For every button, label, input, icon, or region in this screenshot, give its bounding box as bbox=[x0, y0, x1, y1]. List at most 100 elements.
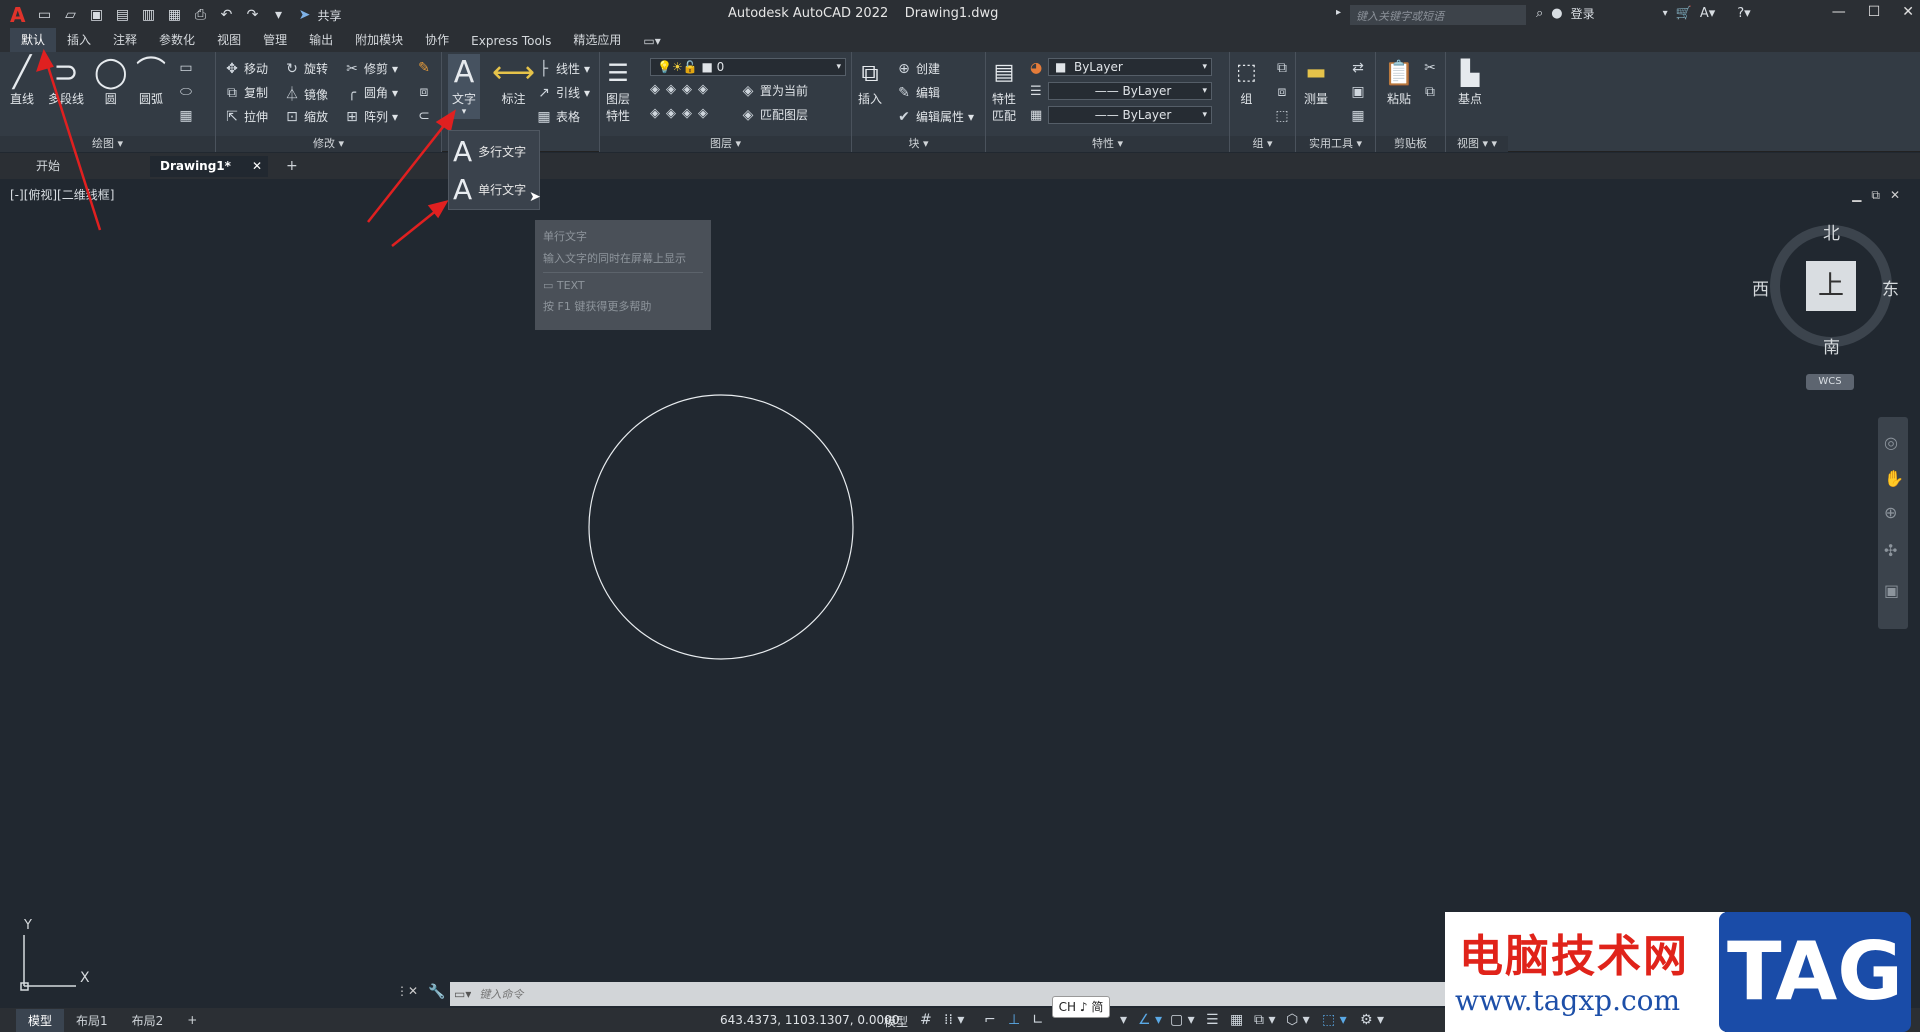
explode-icon[interactable]: ⊂ bbox=[416, 108, 432, 124]
rectangle-icon[interactable]: ▭ bbox=[178, 60, 194, 76]
tab-output[interactable]: 输出 bbox=[298, 28, 344, 52]
tab-featured-apps[interactable]: 精选应用 bbox=[562, 28, 632, 52]
compass-north[interactable]: 北 bbox=[1823, 219, 1840, 244]
mirror-button[interactable]: ⏃ 镜像 bbox=[284, 84, 328, 104]
annotation-visibility-icon[interactable]: ⬚ ▾ bbox=[1322, 1012, 1347, 1028]
search-input[interactable]: 键入关键字或短语 bbox=[1350, 5, 1526, 25]
customize-icon[interactable]: ▾ bbox=[268, 6, 288, 24]
erase-icon[interactable]: ✎ bbox=[416, 60, 432, 76]
cmd-prompt-icon[interactable]: ▭▾ bbox=[450, 987, 471, 1001]
ribbon-toggle-icon[interactable]: ▭▾ bbox=[632, 31, 671, 52]
share-icon[interactable]: ➤ bbox=[294, 6, 314, 24]
tab-default[interactable]: 默认 bbox=[10, 28, 57, 52]
match-properties-button[interactable]: ▤ 特性 匹配 bbox=[992, 56, 1016, 124]
trim-button[interactable]: ✂ 修剪 ▾ bbox=[344, 60, 398, 77]
command-input[interactable] bbox=[471, 982, 1526, 1006]
autocad-logo-icon[interactable]: A bbox=[10, 3, 25, 27]
tab-manage[interactable]: 管理 bbox=[252, 28, 298, 52]
vp-close-icon[interactable]: ✕ bbox=[1890, 188, 1900, 203]
linetype-combo[interactable]: —— ByLayer ▾ bbox=[1048, 82, 1212, 100]
web-open-icon[interactable]: ▥ bbox=[138, 6, 158, 24]
color-combo[interactable]: ■ ByLayer ▾ bbox=[1048, 58, 1212, 76]
hatch-icon[interactable]: ▦ bbox=[178, 108, 194, 124]
match-layer-button[interactable]: ◈ 匹配图层 bbox=[740, 106, 808, 123]
user-icon[interactable]: ● bbox=[1551, 6, 1562, 21]
compass-south[interactable]: 南 bbox=[1823, 333, 1840, 358]
paste-button[interactable]: 📋 粘贴 bbox=[1384, 56, 1414, 107]
share-label[interactable]: 共享 bbox=[317, 7, 341, 24]
new-tab-icon[interactable]: + bbox=[276, 156, 308, 177]
block-panel-title[interactable]: 块 ▾ bbox=[852, 136, 985, 152]
polar-icon[interactable]: ▾ bbox=[1120, 1012, 1127, 1028]
tab-collaborate[interactable]: 协作 bbox=[414, 28, 460, 52]
table-button[interactable]: ▦ 表格 bbox=[536, 108, 580, 125]
layer-properties-button[interactable]: ☰ 图层 特性 bbox=[606, 56, 630, 124]
arc-button[interactable]: ⌒ 圆弧 bbox=[136, 56, 166, 107]
coordinates-readout[interactable]: 643.4373, 1103.1307, 0.0000 bbox=[720, 1013, 899, 1027]
save-as-icon[interactable]: ▤ bbox=[112, 6, 132, 24]
layer-combo[interactable]: 💡☀🔓 ■ 0 ▾ bbox=[650, 58, 846, 76]
3d-osnap-icon[interactable]: ⬡ ▾ bbox=[1286, 1012, 1310, 1028]
polyline-button[interactable]: ⊃ 多段线 bbox=[48, 56, 84, 107]
clip-copy-icon[interactable]: ⧉ bbox=[1422, 84, 1438, 100]
offset-icon[interactable]: ⧈ bbox=[416, 84, 432, 100]
open-file-icon[interactable]: ▱ bbox=[60, 6, 80, 24]
cmd-grip-icon[interactable]: ⋮✕ bbox=[396, 984, 418, 998]
pan-icon[interactable]: ✋ bbox=[1884, 469, 1904, 488]
edit-attributes-button[interactable]: ✔ 编辑属性 ▾ bbox=[896, 108, 974, 125]
array-button[interactable]: ⊞ 阵列 ▾ bbox=[344, 108, 398, 125]
ellipse-icon[interactable]: ⬭ bbox=[178, 84, 194, 100]
layer-tool-icons-row1[interactable]: ◈◈◈◈ bbox=[650, 82, 714, 97]
properties-panel-title[interactable]: 特性 ▾ bbox=[986, 136, 1229, 152]
dynamic-input-icon[interactable]: ⊥ bbox=[1008, 1012, 1020, 1028]
autodesk-app-icon[interactable]: A▾ bbox=[1700, 6, 1715, 21]
close-tab-icon[interactable]: ✕ bbox=[252, 156, 262, 177]
lineweight-combo[interactable]: —— ByLayer ▾ bbox=[1048, 106, 1212, 124]
utility-tool-1-icon[interactable]: ⇄ bbox=[1350, 60, 1366, 76]
web-save-icon[interactable]: ▦ bbox=[164, 6, 184, 24]
cut-icon[interactable]: ✂ bbox=[1422, 60, 1438, 76]
insert-block-button[interactable]: ⧉ 插入 bbox=[858, 56, 882, 107]
tab-express-tools[interactable]: Express Tools bbox=[460, 31, 562, 52]
tab-start[interactable]: 开始 bbox=[26, 156, 70, 177]
edit-block-button[interactable]: ✎ 编辑 bbox=[896, 84, 940, 101]
text-button[interactable]: A 文字 ▾ bbox=[448, 54, 481, 119]
lineweight-toggle-icon[interactable]: ☰ bbox=[1206, 1012, 1219, 1028]
save-icon[interactable]: ▣ bbox=[86, 6, 106, 24]
layout-tab-model[interactable]: 模型 bbox=[16, 1008, 65, 1032]
print-icon[interactable]: ⎙ bbox=[190, 6, 210, 24]
selection-cycling-icon[interactable]: ⧉ ▾ bbox=[1254, 1012, 1275, 1028]
clipboard-panel-title[interactable]: 剪贴板 bbox=[1376, 136, 1445, 152]
create-block-button[interactable]: ⊕ 创建 bbox=[896, 60, 940, 77]
osnap-icon[interactable]: ∠ ▾ bbox=[1138, 1012, 1162, 1028]
group-tool-1-icon[interactable]: ⧉ bbox=[1274, 60, 1290, 76]
modify-panel-title[interactable]: 修改 ▾ bbox=[216, 136, 441, 152]
tab-drawing1[interactable]: Drawing1* ✕ bbox=[150, 156, 268, 177]
login-label[interactable]: 登录 bbox=[1571, 5, 1595, 22]
draw-panel-title[interactable]: 绘图 ▾ bbox=[0, 136, 215, 152]
move-button[interactable]: ✥ 移动 bbox=[224, 60, 268, 77]
wcs-menu[interactable]: WCS bbox=[1806, 374, 1854, 390]
snap-icon[interactable]: ⁞⁞ ▾ bbox=[944, 1012, 964, 1028]
layers-panel-title[interactable]: 图层 ▾ bbox=[600, 136, 851, 152]
group-tool-2-icon[interactable]: ⧈ bbox=[1274, 84, 1290, 100]
line-button[interactable]: ╱ 直线 bbox=[10, 56, 34, 107]
fillet-button[interactable]: ╭ 圆角 ▾ bbox=[344, 84, 398, 101]
orbit-icon[interactable]: ✣ bbox=[1884, 541, 1897, 560]
redo-icon[interactable]: ↷ bbox=[242, 6, 262, 24]
maximize-icon[interactable]: ☐ bbox=[1868, 4, 1881, 20]
layout-tab-1[interactable]: 布局1 bbox=[64, 1009, 120, 1032]
tab-addins[interactable]: 附加模块 bbox=[344, 28, 414, 52]
layer-tool-icons-row2[interactable]: ◈◈◈◈ bbox=[650, 106, 714, 121]
groups-panel-title[interactable]: 组 ▾ bbox=[1230, 136, 1295, 152]
workspace-icon[interactable]: ⚙ ▾ bbox=[1360, 1012, 1384, 1028]
add-layout-icon[interactable]: + bbox=[175, 1010, 209, 1030]
showmotion-icon[interactable]: ▣ bbox=[1884, 581, 1899, 600]
zoom-extents-icon[interactable]: ⊕ bbox=[1884, 503, 1897, 522]
calculator-icon[interactable]: ▦ bbox=[1350, 108, 1366, 124]
dimension-button[interactable]: ⟷ 标注 bbox=[492, 56, 535, 107]
color-wheel-icon[interactable]: ◕ bbox=[1030, 60, 1042, 76]
rotate-button[interactable]: ↻ 旋转 bbox=[284, 60, 328, 77]
view-panel-title[interactable]: 视图 ▾ ▾ bbox=[1446, 136, 1508, 152]
steering-wheel-icon[interactable]: ◎ bbox=[1884, 433, 1898, 452]
